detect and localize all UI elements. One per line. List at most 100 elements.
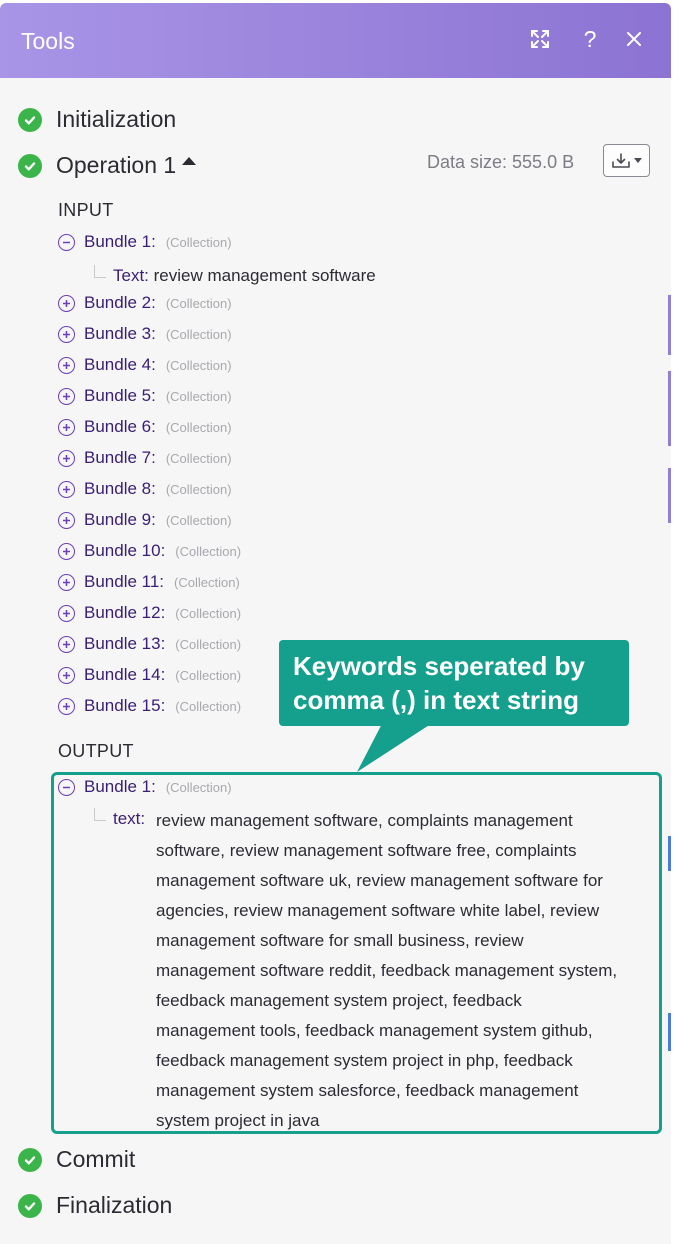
callout-line: comma (,) in text string bbox=[293, 685, 580, 715]
collapse-icon[interactable] bbox=[58, 778, 75, 796]
input-bundle-1[interactable]: Bundle 1: (Collection) bbox=[58, 231, 232, 253]
collection-tag: (Collection) bbox=[165, 419, 232, 435]
download-icon bbox=[612, 152, 630, 168]
help-icon: ? bbox=[583, 25, 597, 52]
output-label: OUTPUT bbox=[58, 741, 134, 761]
side-strip bbox=[668, 836, 671, 871]
step-operation[interactable]: Operation 1 bbox=[18, 152, 197, 179]
check-icon bbox=[18, 153, 42, 178]
input-bundle-14[interactable]: Bundle 14: (Collection) bbox=[58, 664, 241, 686]
expand-plus-icon[interactable] bbox=[58, 480, 75, 498]
output-line: feedback management system project in ph… bbox=[156, 1051, 573, 1070]
input-bundle-3[interactable]: Bundle 3: (Collection) bbox=[58, 323, 232, 345]
field-key: Text: bbox=[113, 266, 149, 285]
input-bundle-2[interactable]: Bundle 2: (Collection) bbox=[58, 292, 232, 314]
step-commit[interactable]: Commit bbox=[18, 1146, 135, 1173]
output-field-value[interactable]: review management software, complaints m… bbox=[156, 806, 656, 1136]
expand-plus-icon[interactable] bbox=[58, 294, 75, 312]
input-bundle-9[interactable]: Bundle 9: (Collection) bbox=[58, 509, 232, 531]
download-button[interactable] bbox=[603, 144, 650, 177]
input-bundle-11[interactable]: Bundle 11: (Collection) bbox=[58, 571, 240, 593]
output-line: management software uk, review managemen… bbox=[156, 871, 603, 890]
collection-tag: (Collection) bbox=[165, 450, 232, 466]
input-bundle-13[interactable]: Bundle 13: (Collection) bbox=[58, 633, 241, 655]
tools-panel: Tools ? Initialization Operation 1 Data … bbox=[0, 3, 671, 1244]
collection-tag: (Collection) bbox=[165, 779, 232, 795]
expand-plus-icon[interactable] bbox=[58, 387, 75, 405]
bundle-name: Bundle 13: bbox=[84, 634, 166, 653]
close-button[interactable] bbox=[622, 27, 646, 51]
input-bundle-6[interactable]: Bundle 6: (Collection) bbox=[58, 416, 232, 438]
data-size: Data size: 555.0 B bbox=[427, 152, 575, 172]
bundle-name: Bundle 14: bbox=[84, 665, 166, 684]
collection-tag: (Collection) bbox=[165, 234, 232, 250]
input-label: INPUT bbox=[58, 200, 114, 220]
bundle-name: Bundle 5: bbox=[84, 386, 156, 405]
tree-connector bbox=[94, 265, 106, 278]
bundle-name: Bundle 6: bbox=[84, 417, 156, 436]
step-label: Initialization bbox=[56, 106, 177, 132]
expand-plus-icon[interactable] bbox=[58, 511, 75, 529]
expand-plus-icon[interactable] bbox=[58, 697, 75, 715]
expand-button[interactable] bbox=[528, 27, 552, 51]
expand-plus-icon[interactable] bbox=[58, 635, 75, 653]
side-strip bbox=[668, 468, 671, 523]
collection-tag: (Collection) bbox=[165, 388, 232, 404]
output-bundle-1[interactable]: Bundle 1: (Collection) bbox=[58, 776, 232, 798]
collection-tag: (Collection) bbox=[165, 481, 232, 497]
input-bundle-7[interactable]: Bundle 7: (Collection) bbox=[58, 447, 232, 469]
collection-tag: (Collection) bbox=[165, 295, 232, 311]
panel-header: Tools ? bbox=[0, 3, 671, 78]
chevron-down-icon bbox=[634, 158, 642, 163]
callout-line: Keywords seperated by bbox=[293, 651, 585, 681]
collection-tag: (Collection) bbox=[174, 574, 240, 590]
field-value[interactable]: review management software bbox=[154, 266, 376, 285]
collection-tag: (Collection) bbox=[175, 605, 242, 621]
step-label: Finalization bbox=[56, 1192, 173, 1218]
expand-plus-icon[interactable] bbox=[58, 573, 75, 591]
input-bundle-15[interactable]: Bundle 15: (Collection) bbox=[58, 695, 241, 717]
step-finalization[interactable]: Finalization bbox=[18, 1192, 172, 1219]
output-line: management system salesforce, feedback m… bbox=[156, 1081, 579, 1100]
check-icon bbox=[18, 1147, 42, 1172]
check-icon bbox=[18, 107, 42, 132]
side-strip bbox=[668, 1013, 671, 1051]
annotation-callout: Keywords seperated by comma (,) in text … bbox=[279, 640, 629, 726]
collection-tag: (Collection) bbox=[165, 326, 232, 342]
output-line: review management software, complaints m… bbox=[156, 811, 573, 830]
collection-tag: (Collection) bbox=[175, 698, 242, 714]
input-bundle1-field: Text: review management software bbox=[113, 266, 376, 286]
expand-plus-icon[interactable] bbox=[58, 666, 75, 684]
output-field-key: text: bbox=[113, 809, 145, 829]
collection-tag: (Collection) bbox=[175, 543, 242, 559]
side-strip bbox=[668, 371, 671, 446]
bundle-name: Bundle 12: bbox=[84, 603, 166, 622]
bundle-name: Bundle 15: bbox=[84, 696, 166, 715]
collection-tag: (Collection) bbox=[165, 357, 232, 373]
bundle-name: Bundle 4: bbox=[84, 355, 156, 374]
output-line: agencies, review management software whi… bbox=[156, 901, 600, 920]
expand-plus-icon[interactable] bbox=[58, 604, 75, 622]
expand-plus-icon[interactable] bbox=[58, 542, 75, 560]
expand-plus-icon[interactable] bbox=[58, 356, 75, 374]
output-line: management software reddit, feedback man… bbox=[156, 961, 618, 980]
input-bundle-5[interactable]: Bundle 5: (Collection) bbox=[58, 385, 232, 407]
step-label: Commit bbox=[56, 1146, 136, 1172]
expand-plus-icon[interactable] bbox=[58, 418, 75, 436]
input-bundle-10[interactable]: Bundle 10: (Collection) bbox=[58, 540, 241, 562]
bundle-name: Bundle 8: bbox=[84, 479, 156, 498]
panel-title: Tools bbox=[21, 28, 75, 54]
bundle-name: Bundle 3: bbox=[84, 324, 156, 343]
expand-plus-icon[interactable] bbox=[58, 449, 75, 467]
input-bundle-8[interactable]: Bundle 8: (Collection) bbox=[58, 478, 232, 500]
caret-up-icon[interactable] bbox=[182, 156, 197, 165]
input-bundle-4[interactable]: Bundle 4: (Collection) bbox=[58, 354, 232, 376]
step-initialization[interactable]: Initialization bbox=[18, 106, 176, 133]
input-bundle-12[interactable]: Bundle 12: (Collection) bbox=[58, 602, 241, 624]
help-button[interactable]: ? bbox=[578, 25, 602, 52]
expand-plus-icon[interactable] bbox=[58, 325, 75, 343]
step-label: Operation 1 bbox=[56, 152, 177, 178]
check-icon bbox=[18, 1193, 42, 1218]
collapse-icon[interactable] bbox=[58, 233, 75, 251]
output-line: management software for small business, … bbox=[156, 931, 524, 950]
